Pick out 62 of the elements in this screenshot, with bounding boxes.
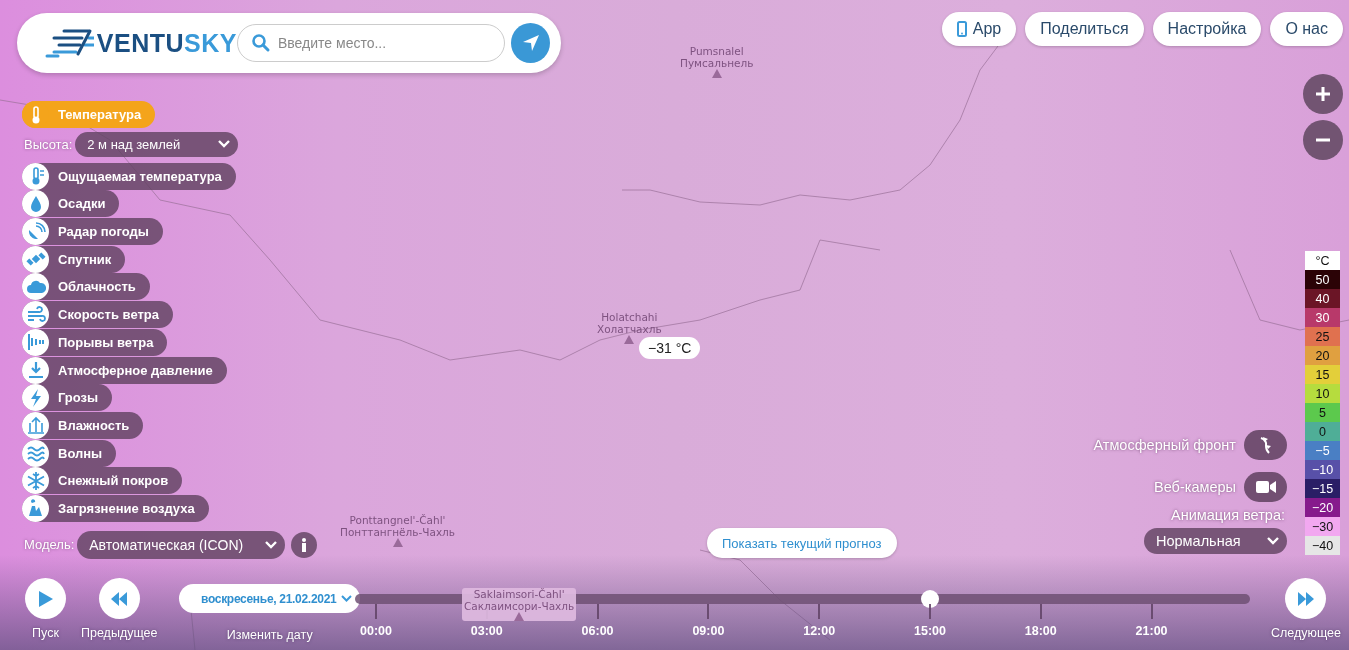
layer-button[interactable]: Загрязнение воздуха xyxy=(22,494,209,522)
time-label: 09:00 xyxy=(692,624,725,638)
layer-button[interactable]: Скорость ветра xyxy=(22,301,173,329)
legend-step: −10 xyxy=(1305,460,1340,479)
legend-step: −15 xyxy=(1305,479,1340,498)
legend-step: 5 xyxy=(1305,403,1340,422)
previous-label: Предыдущее xyxy=(81,626,158,640)
legend-step: −20 xyxy=(1305,498,1340,517)
place-label: Понттангнёль-Чахль xyxy=(340,526,455,538)
layer-button[interactable]: Облачность xyxy=(22,273,150,301)
height-dropdown[interactable]: 2 м над землей xyxy=(75,131,239,157)
menu-button[interactable]: Настройка xyxy=(1152,12,1262,46)
legend-step: 15 xyxy=(1305,365,1340,384)
place-label: Pumsnalel xyxy=(689,45,744,57)
layer-button[interactable]: Ощущаемая температура xyxy=(22,162,236,190)
layer-button[interactable]: Радар погоды xyxy=(22,218,163,246)
legend-step: 40 xyxy=(1305,289,1340,308)
layer-button[interactable]: Атмосферное давление xyxy=(22,356,227,384)
place-label: Холатчахль xyxy=(597,323,662,335)
layer-button[interactable]: Осадки xyxy=(22,190,120,218)
menu-button[interactable]: О нас xyxy=(1270,12,1343,46)
place-label: Саклаимсори-Чахль xyxy=(464,600,575,612)
menu-button[interactable]: Поделиться xyxy=(1025,12,1144,46)
wind-animation-dropdown[interactable]: Нормальная xyxy=(1144,528,1287,554)
time-label: 18:00 xyxy=(1024,624,1057,638)
overlay-label: Атмосферный фронт xyxy=(1093,437,1236,453)
time-label: 15:00 xyxy=(914,624,946,638)
legend-step: 20 xyxy=(1305,346,1340,365)
legend-step: −5 xyxy=(1305,441,1340,460)
time-label: 00:00 xyxy=(360,624,392,638)
legend-step: 25 xyxy=(1305,327,1340,346)
next-label: Следующее xyxy=(1271,626,1341,640)
legend-step: 50 xyxy=(1305,270,1340,289)
wind-animation-label: Анимация ветра: xyxy=(1170,507,1285,523)
time-label: 21:00 xyxy=(1135,624,1168,638)
height-label: Высота: xyxy=(24,136,73,152)
model-label: Модель: xyxy=(24,537,75,553)
legend-step: 0 xyxy=(1305,422,1340,441)
search-field[interactable]: Введите место... xyxy=(237,24,505,62)
legend-step: −30 xyxy=(1305,517,1340,536)
legend-step: 30 xyxy=(1305,308,1340,327)
layer-button[interactable]: Порывы ветра xyxy=(22,328,168,356)
model-dropdown[interactable]: Автоматическая (ICON) xyxy=(77,530,286,559)
logo-text: VENTUSKY xyxy=(96,28,237,58)
date-button[interactable]: воскресенье, 21.02.2021 xyxy=(179,584,361,613)
place-label: Ponttangnel'-Čahl' xyxy=(349,514,446,526)
place-label: Saklaimsori-Čahl' xyxy=(473,588,565,600)
show-current-forecast-button[interactable]: Показать текущий прогноз xyxy=(707,528,897,558)
place-label: Пумсальнель xyxy=(680,57,754,69)
time-label: 06:00 xyxy=(581,624,614,638)
legend-unit: °C xyxy=(1314,252,1331,270)
layer-button[interactable]: Грозы xyxy=(22,384,113,412)
legend-step: 10 xyxy=(1305,384,1340,403)
temperature-label: −31 °C xyxy=(639,337,701,359)
time-label: 12:00 xyxy=(803,624,836,638)
legend-step: −40 xyxy=(1305,536,1340,555)
play-label: Пуск xyxy=(32,626,59,640)
place-label: Holatchahi xyxy=(601,311,658,323)
time-label: 03:00 xyxy=(470,624,503,638)
change-date-label: Изменить дату xyxy=(226,628,313,642)
layer-button[interactable]: Снежный покров xyxy=(22,467,183,495)
overlay-label: Веб-камеры xyxy=(1154,479,1236,495)
